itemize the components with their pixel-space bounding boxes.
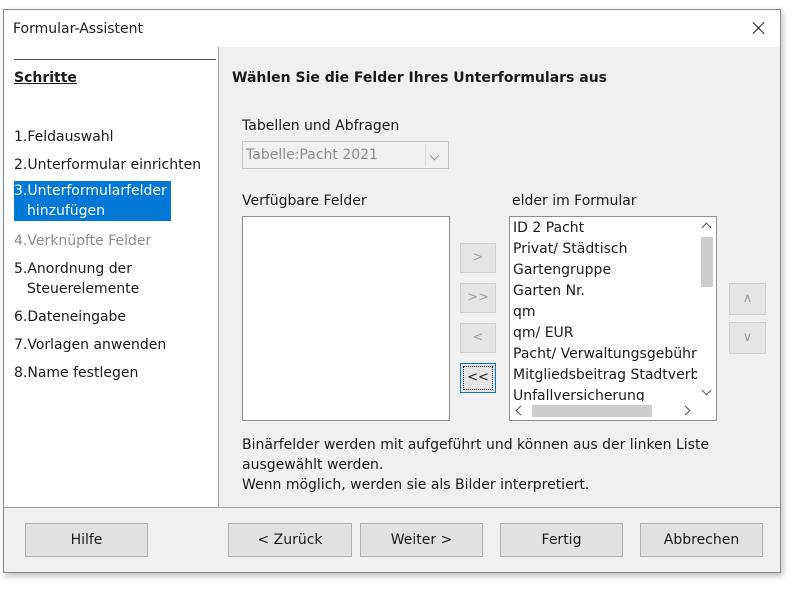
add-all-fields-button[interactable]: >> bbox=[460, 283, 496, 313]
list-item[interactable]: qm bbox=[513, 302, 536, 322]
available-fields-label: Verfügbare Felder bbox=[242, 193, 367, 209]
step-label: Unterformularfelder bbox=[27, 183, 167, 199]
next-button[interactable]: Weiter > bbox=[360, 523, 483, 557]
footer-divider bbox=[4, 507, 780, 508]
move-up-button[interactable]: ∧ bbox=[729, 283, 766, 315]
window-title: Formular-Assistent bbox=[13, 21, 144, 37]
info-line-images: Wenn möglich, werden sie als Bilder inte… bbox=[242, 477, 590, 493]
list-item[interactable]: Privat/ Städtisch bbox=[513, 239, 627, 259]
help-button[interactable]: Hilfe bbox=[25, 523, 148, 557]
scrollbar-thumb[interactable] bbox=[532, 405, 652, 417]
step-label: Verknüpfte Felder bbox=[27, 233, 152, 249]
step-linked-fields: 4.Verknüpfte Felder bbox=[14, 231, 151, 251]
step-field-selection[interactable]: 1.Feldauswahl bbox=[14, 127, 114, 147]
list-item[interactable]: ID 2 Pacht bbox=[513, 218, 584, 238]
step-subform-setup[interactable]: 2.Unterformular einrichten bbox=[14, 155, 201, 175]
list-item[interactable]: Garten Nr. bbox=[513, 281, 585, 301]
move-down-button[interactable]: ∨ bbox=[729, 322, 766, 354]
form-wizard-dialog: Formular-Assistent Schritte 1.Feldauswah… bbox=[3, 9, 781, 573]
finish-button[interactable]: Fertig bbox=[500, 523, 623, 557]
step-number: 3. bbox=[14, 183, 28, 199]
page-heading: Wählen Sie die Felder Ihres Unterformula… bbox=[232, 70, 607, 86]
step-number: 6. bbox=[14, 309, 28, 325]
scroll-down-icon[interactable] bbox=[701, 385, 712, 396]
chevron-down-icon[interactable] bbox=[425, 144, 446, 166]
scroll-left-icon[interactable] bbox=[515, 405, 526, 416]
remove-field-button[interactable]: < bbox=[460, 323, 496, 353]
step-add-subform-fields[interactable]: 3.Unterformularfelder hinzufügen bbox=[14, 181, 171, 221]
cancel-button[interactable]: Abbrechen bbox=[640, 523, 763, 557]
step-label: Feldauswahl bbox=[27, 129, 114, 145]
tables-combobox-value: Tabelle:Pacht 2021 bbox=[246, 147, 378, 163]
list-item[interactable]: Mitgliedsbeitrag Stadtverband bbox=[513, 365, 716, 385]
step-number: 4. bbox=[14, 233, 28, 249]
step-label: Anordnung der bbox=[27, 261, 132, 277]
steps-sidebar: Schritte 1.Feldauswahl 2.Unterformular e… bbox=[4, 47, 218, 507]
step-label: Name festlegen bbox=[27, 365, 139, 381]
step-number: 5. bbox=[14, 261, 28, 277]
vertical-scrollbar[interactable] bbox=[697, 217, 716, 401]
back-button[interactable]: < Zurück bbox=[228, 523, 352, 557]
step-label-cont: hinzufügen bbox=[27, 203, 106, 219]
step-number: 7. bbox=[14, 337, 28, 353]
step-apply-styles[interactable]: 7.Vorlagen anwenden bbox=[14, 335, 166, 355]
list-item[interactable]: Pacht/ Verwaltungsgebühr bbox=[513, 344, 697, 364]
info-line-binary: Binärfelder werden mit aufgeführt und kö… bbox=[242, 437, 710, 473]
scrollbar-thumb[interactable] bbox=[701, 237, 713, 287]
list-item[interactable]: Gartengruppe bbox=[513, 260, 611, 280]
steps-title: Schritte bbox=[14, 70, 77, 86]
horizontal-scrollbar[interactable] bbox=[510, 401, 697, 420]
tables-combobox[interactable]: Tabelle:Pacht 2021 bbox=[242, 141, 449, 169]
info-text: Binärfelder werden mit aufgeführt und kö… bbox=[242, 435, 767, 495]
step-data-entry[interactable]: 6.Dateneingabe bbox=[14, 307, 126, 327]
sidebar-divider bbox=[218, 47, 219, 507]
step-arrange-controls[interactable]: 5.Anordnung der Steuerelemente bbox=[14, 259, 139, 299]
tables-label: Tabellen und Abfragen bbox=[242, 118, 400, 134]
scroll-up-icon[interactable] bbox=[701, 222, 712, 233]
selected-fields-label: elder im Formular bbox=[512, 193, 637, 209]
step-set-name[interactable]: 8.Name festlegen bbox=[14, 363, 138, 383]
available-fields-list[interactable] bbox=[242, 216, 450, 421]
step-label-cont: Steuerelemente bbox=[27, 281, 140, 297]
title-bar: Formular-Assistent bbox=[4, 10, 780, 47]
step-label: Vorlagen anwenden bbox=[27, 337, 167, 353]
remove-all-label: << bbox=[463, 366, 493, 390]
list-item[interactable]: qm/ EUR bbox=[513, 323, 574, 343]
steps-divider bbox=[14, 59, 216, 60]
close-icon[interactable] bbox=[746, 15, 772, 41]
step-number: 8. bbox=[14, 365, 28, 381]
step-label: Unterformular einrichten bbox=[27, 157, 202, 173]
scroll-right-icon[interactable] bbox=[680, 405, 691, 416]
remove-all-fields-button[interactable]: << bbox=[460, 363, 496, 393]
step-label: Dateneingabe bbox=[27, 309, 127, 325]
step-number: 1. bbox=[14, 129, 28, 145]
step-number: 2. bbox=[14, 157, 28, 173]
selected-fields-list[interactable]: ID 2 Pacht Privat/ Städtisch Gartengrupp… bbox=[509, 216, 717, 421]
add-field-button[interactable]: > bbox=[460, 243, 496, 273]
